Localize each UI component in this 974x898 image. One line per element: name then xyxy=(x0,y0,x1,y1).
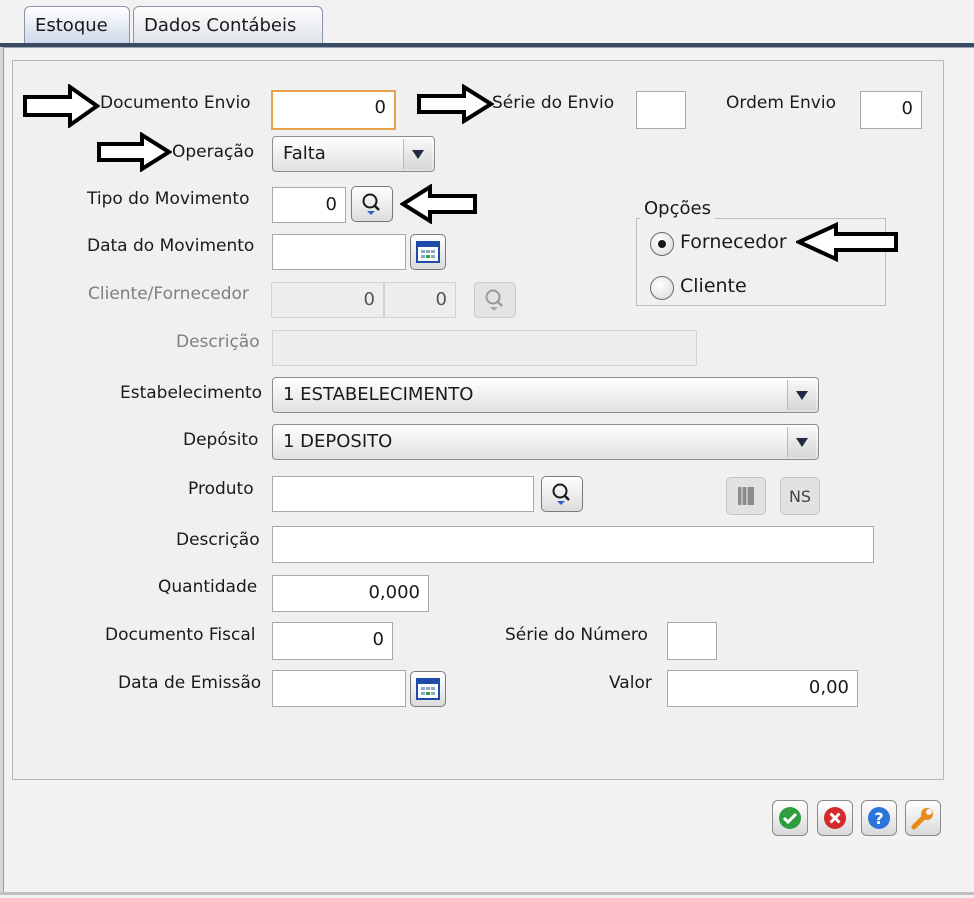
search-icon xyxy=(552,483,570,505)
radio-cliente-label[interactable]: Cliente xyxy=(680,275,747,297)
tipo-movimento-label: Tipo do Movimento xyxy=(87,189,250,209)
serie-envio-label: Série do Envio xyxy=(492,93,615,113)
tab-strip-border xyxy=(0,43,974,48)
close-icon xyxy=(824,807,846,829)
help-button[interactable]: ? xyxy=(861,800,897,836)
window-left-border xyxy=(0,47,4,892)
radio-cliente[interactable] xyxy=(650,276,674,300)
annotation-arrow-icon xyxy=(796,222,898,262)
check-icon xyxy=(779,807,801,829)
tipo-movimento-input[interactable]: 0 xyxy=(272,187,346,223)
help-icon: ? xyxy=(868,807,890,829)
documento-envio-label: Documento Envio xyxy=(100,93,251,113)
documento-fiscal-input[interactable]: 0 xyxy=(272,622,393,660)
serie-envio-input[interactable] xyxy=(636,91,686,129)
dropdown-arrow-icon[interactable] xyxy=(403,139,432,169)
estabelecimento-select[interactable]: 1 ESTABELECIMENTO xyxy=(272,377,819,413)
produto-input[interactable] xyxy=(272,476,534,512)
ns-button[interactable]: NS xyxy=(780,477,820,515)
data-movimento-label: Data do Movimento xyxy=(87,236,255,256)
documento-fiscal-label: Documento Fiscal xyxy=(105,625,256,645)
produto-search-button[interactable] xyxy=(541,476,583,512)
operacao-select[interactable]: Falta xyxy=(272,136,435,172)
data-movimento-input[interactable] xyxy=(272,234,406,270)
data-emissao-calendar-button[interactable] xyxy=(410,671,446,707)
tab-estoque[interactable]: Estoque xyxy=(24,6,130,44)
tipo-movimento-search-button[interactable] xyxy=(351,186,393,222)
search-icon xyxy=(362,193,380,215)
descricao-cliente-input xyxy=(272,330,697,366)
deposito-select[interactable]: 1 DEPOSITO xyxy=(272,424,819,460)
estabelecimento-value: 1 ESTABELECIMENTO xyxy=(283,384,474,405)
cliente-fornecedor-code-input: 0 xyxy=(271,282,384,318)
quantidade-input[interactable]: 0,000 xyxy=(272,575,429,612)
wrench-icon xyxy=(911,808,933,830)
produto-book-button[interactable] xyxy=(726,477,766,515)
valor-label: Valor xyxy=(609,673,652,693)
annotation-arrow-icon xyxy=(97,132,172,172)
operacao-value: Falta xyxy=(283,143,326,164)
opcoes-title: Opções xyxy=(640,198,715,219)
deposito-value: 1 DEPOSITO xyxy=(283,431,393,452)
estabelecimento-label: Estabelecimento xyxy=(120,383,263,403)
serie-numero-label: Série do Número xyxy=(505,625,648,645)
cliente-fornecedor-search-button xyxy=(474,282,516,318)
cliente-fornecedor-seq-input: 0 xyxy=(384,282,456,318)
annotation-arrow-icon xyxy=(23,84,100,128)
valor-input[interactable]: 0,00 xyxy=(667,670,858,707)
confirm-button[interactable] xyxy=(772,800,808,836)
radio-fornecedor[interactable] xyxy=(650,232,674,256)
produto-label: Produto xyxy=(188,479,254,499)
deposito-label: Depósito xyxy=(183,430,259,450)
calendar-icon xyxy=(416,241,440,263)
svg-text:?: ? xyxy=(874,809,883,828)
data-movimento-calendar-button[interactable] xyxy=(410,234,446,270)
tools-button[interactable] xyxy=(905,800,941,836)
search-icon xyxy=(485,289,503,311)
cancel-button[interactable] xyxy=(817,800,853,836)
operacao-label: Operação xyxy=(172,142,255,162)
annotation-arrow-icon xyxy=(400,184,477,224)
tab-dados-contabeis[interactable]: Dados Contábeis xyxy=(133,6,323,44)
documento-envio-input[interactable]: 0 xyxy=(271,90,396,130)
descricao-cliente-label: Descrição xyxy=(176,332,260,352)
data-emissao-input[interactable] xyxy=(272,670,406,707)
cliente-fornecedor-label: Cliente/Fornecedor xyxy=(88,284,249,304)
calendar-icon xyxy=(416,678,440,700)
serie-numero-input[interactable] xyxy=(667,622,717,660)
descricao-produto-label: Descrição xyxy=(176,530,260,550)
book-icon xyxy=(738,487,754,505)
ordem-envio-label: Ordem Envio xyxy=(726,93,836,113)
ordem-envio-input[interactable]: 0 xyxy=(860,91,922,129)
annotation-arrow-icon xyxy=(417,84,494,124)
dropdown-arrow-icon[interactable] xyxy=(787,427,816,457)
window-bottom-border xyxy=(0,892,974,895)
radio-fornecedor-label[interactable]: Fornecedor xyxy=(680,231,787,253)
quantidade-label: Quantidade xyxy=(158,577,258,597)
dropdown-arrow-icon[interactable] xyxy=(787,380,816,410)
data-emissao-label: Data de Emissão xyxy=(118,673,262,693)
descricao-produto-input[interactable] xyxy=(272,526,874,563)
